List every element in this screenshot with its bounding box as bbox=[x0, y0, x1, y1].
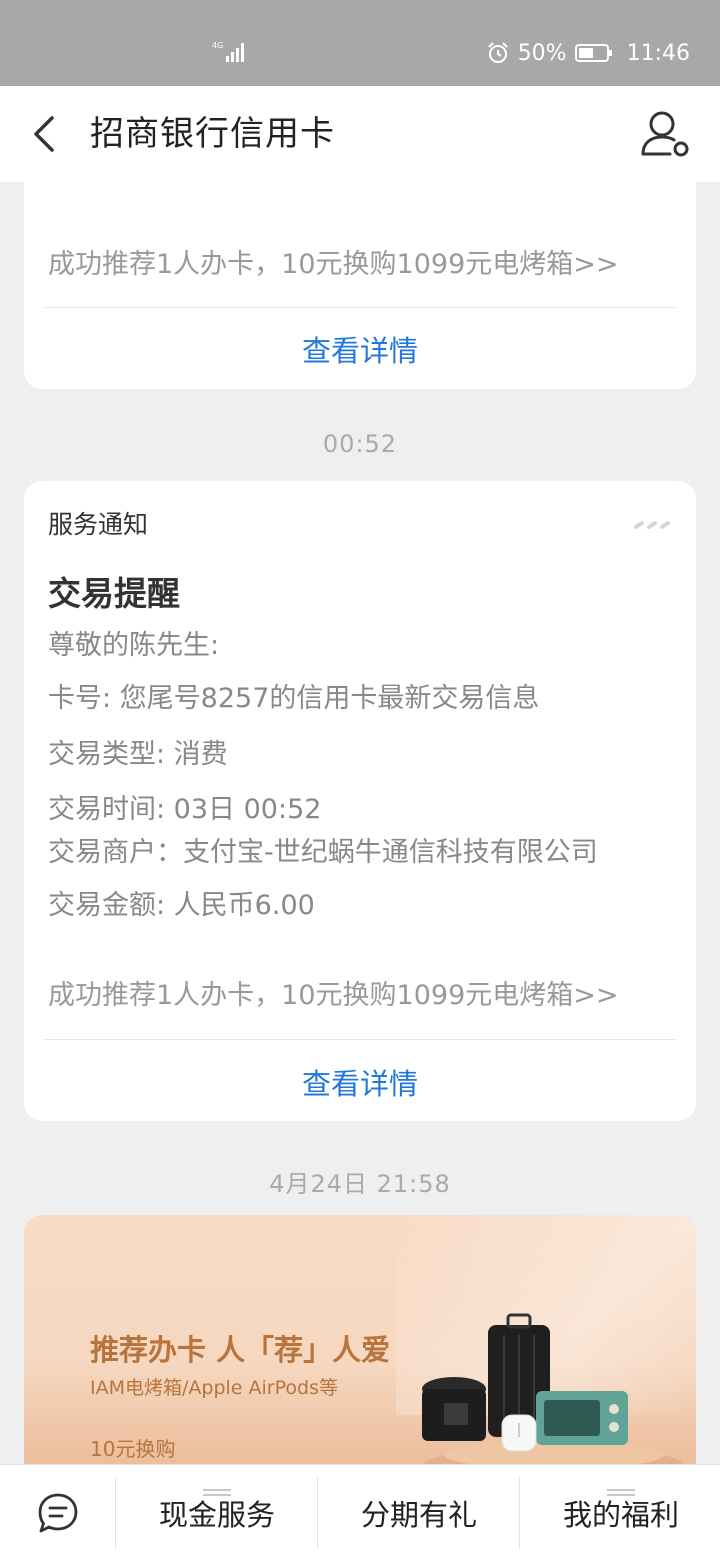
menu-label: 分期有礼 bbox=[360, 1498, 477, 1532]
battery-percent: 50% bbox=[517, 40, 567, 66]
chat-input-icon[interactable] bbox=[36, 1491, 80, 1535]
transaction-amount: 交易金额: 人民币6.00 bbox=[48, 890, 315, 921]
status-right: 50% 11:46 bbox=[486, 38, 690, 68]
profile-settings-icon[interactable] bbox=[640, 108, 692, 160]
transaction-time: 交易时间: 03日 00:52 bbox=[48, 794, 322, 825]
message-list[interactable]: 成功推荐1人办卡，10元换购1099元电烤箱>> 查看详情 00:52 服务通知… bbox=[0, 182, 720, 1464]
menu-label: 我的福利 bbox=[562, 1498, 679, 1532]
notice-title: 交易提醒 bbox=[48, 574, 180, 613]
promo-link[interactable]: 成功推荐1人办卡，10元换购1099元电烤箱>> bbox=[48, 973, 619, 1012]
divider bbox=[44, 307, 676, 308]
menu-cash-service[interactable]: 现金服务 bbox=[116, 1477, 318, 1549]
timestamp: 00:52 bbox=[322, 430, 398, 458]
message-card: 成功推荐1人办卡，10元换购1099元电烤箱>> 查看详情 bbox=[24, 182, 696, 389]
menu-lines-icon bbox=[203, 1489, 231, 1496]
products-illustration bbox=[422, 1313, 684, 1464]
banner-title: 推荐办卡 人「荐」人爱 bbox=[90, 1333, 391, 1367]
status-bar: 4G 50% 11:46 bbox=[0, 0, 720, 86]
card-number: 卡号: 您尾号8257的信用卡最新交易信息 bbox=[48, 683, 540, 714]
greeting: 尊敬的陈先生: bbox=[48, 630, 220, 661]
transaction-type: 交易类型: 消费 bbox=[48, 739, 228, 770]
clock: 11:46 bbox=[626, 40, 690, 66]
view-details-button[interactable]: 查看详情 bbox=[24, 328, 696, 370]
promo-link[interactable]: 成功推荐1人办卡，10元换购1099元电烤箱>> bbox=[48, 242, 619, 281]
signal-icon: 4G bbox=[212, 41, 244, 62]
svg-text:4G: 4G bbox=[212, 41, 223, 50]
banner-price: 10元换购 bbox=[90, 1437, 176, 1461]
bottom-menu-bar: 现金服务 分期有礼 我的福利 bbox=[0, 1464, 720, 1560]
battery-icon bbox=[574, 44, 612, 62]
menu-installment-gift[interactable]: 分期有礼 bbox=[318, 1477, 520, 1549]
transaction-merchant: 交易商户：支付宝-世纪蜗牛通信科技有限公司 bbox=[48, 837, 598, 868]
menu-lines-icon bbox=[607, 1489, 635, 1496]
transaction-notice-card: 服务通知 交易提醒 尊敬的陈先生: 卡号: 您尾号8257的信用卡最新交易信息 … bbox=[24, 481, 696, 1121]
back-arrow-icon[interactable] bbox=[24, 112, 68, 156]
divider bbox=[44, 1039, 676, 1040]
view-details-button[interactable]: 查看详情 bbox=[24, 1061, 696, 1103]
menu-label: 现金服务 bbox=[158, 1498, 275, 1532]
more-icon[interactable] bbox=[634, 521, 672, 529]
app-header: 招商银行信用卡 bbox=[0, 86, 720, 182]
service-label: 服务通知 bbox=[48, 510, 149, 539]
alarm-icon bbox=[487, 42, 508, 63]
page-title: 招商银行信用卡 bbox=[90, 114, 335, 154]
menu-my-benefits[interactable]: 我的福利 bbox=[520, 1477, 720, 1549]
banner-subtitle: IAM电烤箱/Apple AirPods等 bbox=[90, 1377, 338, 1399]
promo-banner[interactable]: 推荐办卡 人「荐」人爱 IAM电烤箱/Apple AirPods等 10元换购 bbox=[24, 1215, 696, 1464]
timestamp: 4月24日 21:58 bbox=[269, 1170, 451, 1198]
